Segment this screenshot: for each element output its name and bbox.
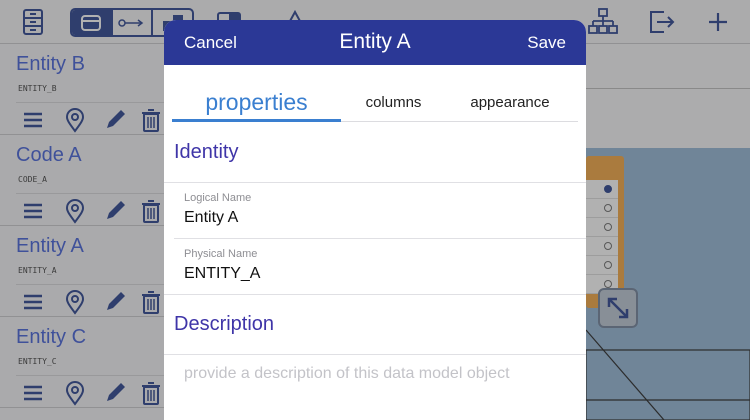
divider	[164, 354, 586, 355]
physical-name-field[interactable]: ENTITY_A	[184, 265, 260, 283]
logical-name-label: Logical Name	[184, 192, 252, 204]
tab-columns[interactable]: columns	[341, 82, 446, 122]
tab-bar: properties columns appearance	[172, 82, 578, 122]
modal-header: Cancel Entity A Save	[164, 20, 586, 65]
cancel-button[interactable]: Cancel	[184, 33, 237, 53]
tab-appearance[interactable]: appearance	[446, 82, 574, 122]
entity-editor-modal: Cancel Entity A Save properties columns …	[164, 20, 586, 420]
save-button[interactable]: Save	[527, 33, 566, 53]
section-heading-identity: Identity	[174, 141, 239, 163]
divider	[174, 238, 586, 239]
description-field[interactable]: provide a description of this data model…	[184, 365, 510, 383]
tab-properties[interactable]: properties	[172, 82, 341, 122]
section-heading-description: Description	[174, 313, 275, 335]
divider	[164, 182, 586, 183]
logical-name-field[interactable]: Entity A	[184, 209, 238, 227]
divider	[164, 294, 586, 295]
active-tab-indicator	[172, 119, 341, 122]
physical-name-label: Physical Name	[184, 248, 258, 260]
